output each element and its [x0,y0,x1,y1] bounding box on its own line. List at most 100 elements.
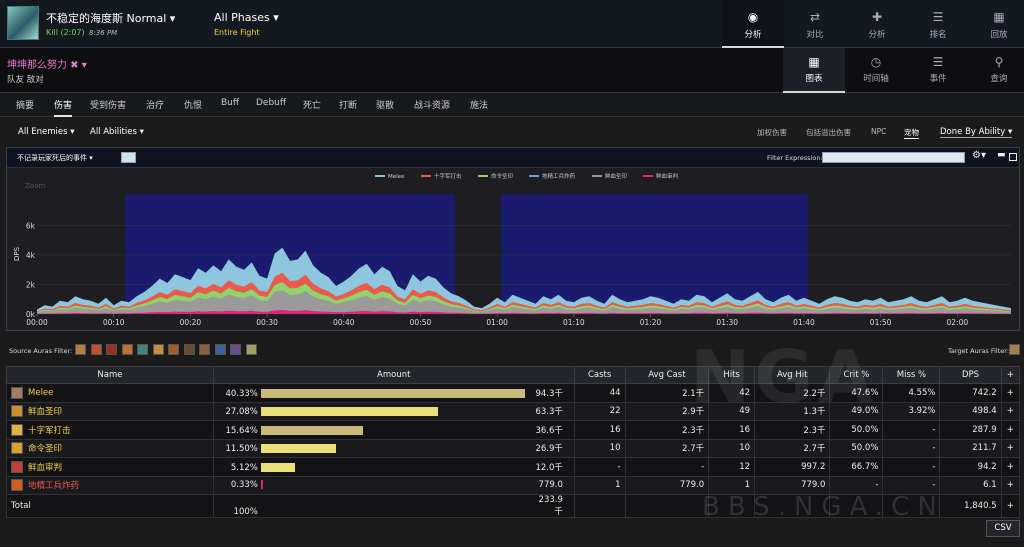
gear-icon[interactable]: ⚙▾ [972,150,986,161]
col-name[interactable]: Name [6,366,214,384]
kill-time: 8:36 PM [89,29,118,37]
expand-button[interactable]: + [1000,475,1021,495]
aura-icon-4[interactable] [121,344,133,355]
aura-icon-7[interactable] [168,344,179,355]
col-amount[interactable]: Amount [212,366,575,384]
toggle-overkill[interactable]: 包括溢出伤害 [806,127,851,138]
auras-filter-row: Source Auras Filter: Target Auras Filter… [0,340,1024,362]
col-avg-hit[interactable]: Avg Hit [754,366,831,384]
tab-damage-taken[interactable]: 受到伤害 [90,98,126,111]
col-expand[interactable]: + [1000,366,1021,384]
ability-name-cell[interactable]: Melee [6,383,214,403]
minimize-icon[interactable]: ▬ [997,150,1006,160]
dps-cell: 287.9 [939,420,1002,440]
expand-button[interactable]: + [1000,457,1021,477]
done-by-dropdown[interactable]: Done By Ability ▾ [940,127,1013,138]
aura-icon-8[interactable] [183,344,195,355]
ability-name-cell[interactable]: 地精工兵炸药 [6,475,214,495]
view-events[interactable]: ☰ 事件 [907,48,969,93]
maximize-icon[interactable] [1009,153,1017,161]
col-hits[interactable]: Hits [708,366,756,384]
enemies-dropdown[interactable]: All Enemies ▾ [18,127,75,137]
col-avg-cast[interactable]: Avg Cast [624,366,710,384]
aura-icon-5[interactable] [137,344,148,355]
tab-casts[interactable]: 施法 [470,98,488,111]
csv-button[interactable]: CSV [986,520,1020,537]
ability-name-cell[interactable]: 命令圣印 [6,438,214,458]
table-row[interactable]: 命令圣印 11.50% 26.9千 10 2.7千 10 2.7千 50.0% -211.7 + [6,438,1021,458]
crusader-strike-icon [11,423,23,436]
aura-icon-9[interactable] [199,344,210,355]
tab-interrupts[interactable]: 打断 [339,98,357,111]
nav-compare[interactable]: ⇄ 对比 [784,0,846,48]
avg-cast-cell: - [624,457,710,477]
dps-cell: 94.2 [939,457,1002,477]
nav-label: 对比 [806,30,824,40]
tab-deaths[interactable]: 死亡 [303,98,321,111]
legend-label: Melee [388,174,405,180]
col-miss[interactable]: Miss % [882,366,941,384]
nav-replay[interactable]: ▦ 回放 [968,0,1024,48]
view-label: 事件 [929,74,947,84]
dps-chart[interactable]: 0k2k4k6kDPSZoom00:00 00:10 00:20 00:30 00:40… [7,168,1019,330]
nav-ranking[interactable]: ☰ 排名 [907,0,969,48]
tab-healing[interactable]: 治疗 [146,98,164,111]
toggle-pets[interactable]: 宠物 [904,127,919,139]
total-expand[interactable]: + [1000,494,1021,518]
tab-resources[interactable]: 战斗资源 [414,98,450,111]
toggle-weighted-damage[interactable]: 加权伤害 [757,127,787,138]
color-toggle[interactable] [121,152,136,163]
chart-panel: 不记录玩家死后的事件 ▾ Filter Expression: ⚙▾ ▬ 0k 2… [6,147,1020,331]
ability-name: 命令圣印 [28,444,63,455]
ability-table: Name Amount Casts Avg Cast Hits Avg Hit … [6,366,1021,518]
view-charts[interactable]: ▦ 图表 [783,48,845,93]
expand-button[interactable]: + [1000,383,1021,403]
tab-summary[interactable]: 摘要 [16,98,34,111]
tab-dispels[interactable]: 驱散 [376,98,394,111]
view-timeline[interactable]: ◷ 时间轴 [845,48,907,93]
list-icon: ☰ [932,55,944,69]
x-tick-label: 01:00 [486,318,508,327]
boss-name-dropdown[interactable]: 不稳定的海度斯 Normal ▾ [46,10,175,26]
ability-name-cell[interactable]: 鲜血圣印 [6,401,214,421]
view-query[interactable]: ⚲ 查询 [968,48,1024,93]
ability-name-cell[interactable]: 鲜血审判 [6,457,214,477]
death-events-dropdown[interactable]: 不记录玩家死后的事件 ▾ [17,153,93,163]
tab-debuffs[interactable]: Debuff [256,98,286,108]
filter-bar: All Enemies ▾ All Abilities ▾ 加权伤害 包括溢出伤… [0,118,1024,145]
toggle-npc[interactable]: NPC [871,127,886,136]
expand-button[interactable]: + [1000,420,1021,440]
aura-icon-11[interactable] [230,344,241,355]
player-dropdown[interactable]: 坤坤那么努力 ✖ ▾ [7,56,87,71]
aura-icon-6[interactable] [152,344,164,355]
miss-cell: 3.92% [882,401,941,421]
expand-button[interactable]: + [1000,438,1021,458]
tab-threat[interactable]: 仇恨 [184,98,202,111]
expand-button[interactable]: + [1000,401,1021,421]
col-crit[interactable]: Crit % [829,366,884,384]
nav-analysis[interactable]: ◉ 分析 [722,0,784,48]
avg-cast-cell: 2.9千 [624,401,710,421]
aura-icon-10[interactable] [214,344,226,355]
nav-analysis-puzzle[interactable]: ✚ 分析 [846,0,908,48]
aura-icon-12[interactable] [245,344,257,355]
table-row[interactable]: 鲜血圣印 27.08% 63.3千 22 2.9千 49 1.3千 49.0% 3.92% 498… [6,401,1021,421]
aura-icon-3[interactable] [106,344,117,355]
aura-icon-2[interactable] [90,344,102,355]
phase-sub: Entire Fight [214,28,260,37]
col-casts[interactable]: Casts [573,366,626,384]
filter-expression-input[interactable] [822,152,965,163]
abilities-dropdown[interactable]: All Abilities ▾ [90,127,144,137]
table-row[interactable]: Melee 40.33% 94.3千 44 2.1千 42 2.2千 47.6% 4.55% 74… [6,383,1021,403]
target-aura-icon[interactable] [1009,344,1020,355]
phase-dropdown[interactable]: All Phases ▾ [214,11,279,24]
table-row[interactable]: 地精工兵炸药 0.33% 779.0 1 779.0 1 779.0- -6.1 + [6,475,1021,495]
aura-icon-1[interactable] [75,344,86,355]
tab-buffs[interactable]: Buff [221,98,239,108]
table-row[interactable]: 鲜血审判 5.12% 12.0千 - -12 997.2 66.7% -94.2 + [6,457,1021,477]
table-row[interactable]: 十字军打击 15.64% 36.6千 16 2.3千 16 2.3千 50.0% -287.9 + [6,420,1021,440]
amount-pct: 11.50% [225,444,258,455]
tab-damage[interactable]: 伤害 [54,98,73,117]
ability-name-cell[interactable]: 十字军打击 [6,420,214,440]
col-dps[interactable]: DPS [939,366,1002,384]
